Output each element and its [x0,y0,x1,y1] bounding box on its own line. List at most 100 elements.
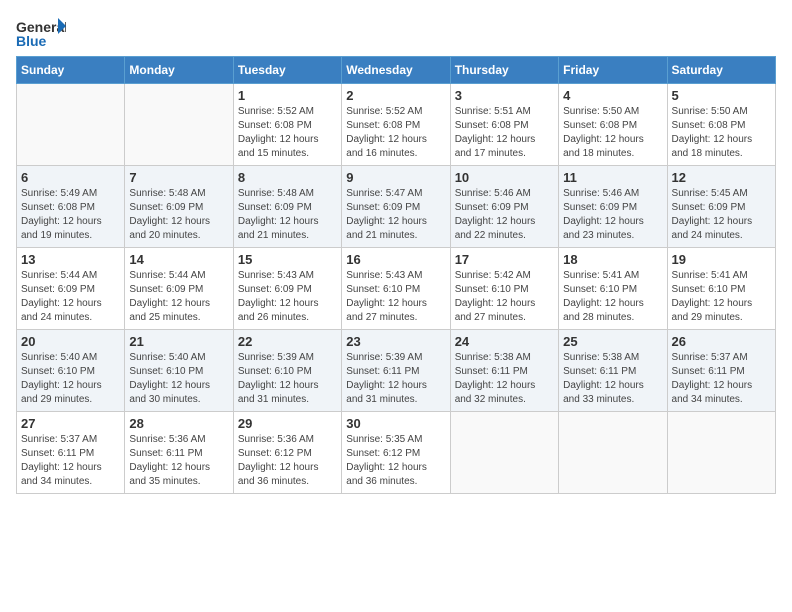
calendar-cell: 21 Sunrise: 5:40 AM Sunset: 6:10 PM Dayli… [125,330,233,412]
day-info: Sunrise: 5:44 AM Sunset: 6:09 PM Dayligh… [129,269,228,325]
calendar-cell [17,84,125,166]
day-number: 23 [346,334,445,349]
calendar-cell: 23 Sunrise: 5:39 AM Sunset: 6:11 PM Dayli… [342,330,450,412]
calendar-cell: 8 Sunrise: 5:48 AM Sunset: 6:09 PM Daylig… [233,166,341,248]
day-info: Sunrise: 5:35 AM Sunset: 6:12 PM Dayligh… [346,433,445,489]
day-number: 22 [238,334,337,349]
day-number: 8 [238,170,337,185]
day-number: 27 [21,416,120,431]
day-info: Sunrise: 5:39 AM Sunset: 6:11 PM Dayligh… [346,351,445,407]
day-info: Sunrise: 5:43 AM Sunset: 6:09 PM Dayligh… [238,269,337,325]
day-number: 15 [238,252,337,267]
calendar-cell: 9 Sunrise: 5:47 AM Sunset: 6:09 PM Daylig… [342,166,450,248]
day-number: 29 [238,416,337,431]
day-info: Sunrise: 5:41 AM Sunset: 6:10 PM Dayligh… [672,269,771,325]
logo-svg: GeneralBlue [16,16,66,52]
day-info: Sunrise: 5:50 AM Sunset: 6:08 PM Dayligh… [672,105,771,161]
column-header-monday: Monday [125,57,233,84]
day-info: Sunrise: 5:42 AM Sunset: 6:10 PM Dayligh… [455,269,554,325]
calendar-cell: 6 Sunrise: 5:49 AM Sunset: 6:08 PM Daylig… [17,166,125,248]
day-number: 12 [672,170,771,185]
calendar-cell: 2 Sunrise: 5:52 AM Sunset: 6:08 PM Daylig… [342,84,450,166]
calendar-cell: 20Sunrise: 5:40 AM Sunset: 6:10 PM Dayli… [17,330,125,412]
day-info: Sunrise: 5:52 AM Sunset: 6:08 PM Dayligh… [346,105,445,161]
day-number: 18 [563,252,662,267]
day-number: 3 [455,88,554,103]
calendar-header-row: SundayMondayTuesdayWednesdayThursdayFrid… [17,57,776,84]
day-info: Sunrise: 5:36 AM Sunset: 6:11 PM Dayligh… [129,433,228,489]
calendar-cell: 10 Sunrise: 5:46 AM Sunset: 6:09 PM Dayli… [450,166,558,248]
calendar-cell: 12 Sunrise: 5:45 AM Sunset: 6:09 PM Dayli… [667,166,775,248]
calendar-cell: 29 Sunrise: 5:36 AM Sunset: 6:12 PM Dayli… [233,412,341,494]
day-number: 1 [238,88,337,103]
day-number: 5 [672,88,771,103]
column-header-tuesday: Tuesday [233,57,341,84]
day-number: 25 [563,334,662,349]
column-header-wednesday: Wednesday [342,57,450,84]
calendar-cell [125,84,233,166]
calendar-cell: 11 Sunrise: 5:46 AM Sunset: 6:09 PM Dayli… [559,166,667,248]
day-number: 19 [672,252,771,267]
day-info: Sunrise: 5:46 AM Sunset: 6:09 PM Dayligh… [563,187,662,243]
day-number: 24 [455,334,554,349]
calendar-cell: 30 Sunrise: 5:35 AM Sunset: 6:12 PM Dayli… [342,412,450,494]
day-number: 17 [455,252,554,267]
day-info: Sunrise: 5:37 AM Sunset: 6:11 PM Dayligh… [21,433,120,489]
day-info: Sunrise: 5:38 AM Sunset: 6:11 PM Dayligh… [563,351,662,407]
day-info: Sunrise: 5:40 AM Sunset: 6:10 PM Dayligh… [129,351,228,407]
day-number: 9 [346,170,445,185]
day-info: Sunrise: 5:43 AM Sunset: 6:10 PM Dayligh… [346,269,445,325]
day-info: Sunrise: 5:51 AM Sunset: 6:08 PM Dayligh… [455,105,554,161]
calendar-cell: 15 Sunrise: 5:43 AM Sunset: 6:09 PM Dayli… [233,248,341,330]
calendar-week-row: 6 Sunrise: 5:49 AM Sunset: 6:08 PM Daylig… [17,166,776,248]
day-info: Sunrise: 5:48 AM Sunset: 6:09 PM Dayligh… [238,187,337,243]
calendar-cell: 25 Sunrise: 5:38 AM Sunset: 6:11 PM Dayli… [559,330,667,412]
day-info: Sunrise: 5:49 AM Sunset: 6:08 PM Dayligh… [21,187,120,243]
day-info: Sunrise: 5:48 AM Sunset: 6:09 PM Dayligh… [129,187,228,243]
calendar-cell: 3 Sunrise: 5:51 AM Sunset: 6:08 PM Daylig… [450,84,558,166]
column-header-friday: Friday [559,57,667,84]
day-number: 14 [129,252,228,267]
day-number: 30 [346,416,445,431]
day-number: 26 [672,334,771,349]
calendar-cell: 19 Sunrise: 5:41 AM Sunset: 6:10 PM Dayli… [667,248,775,330]
calendar-cell: 26 Sunrise: 5:37 AM Sunset: 6:11 PM Dayli… [667,330,775,412]
column-header-thursday: Thursday [450,57,558,84]
day-number: 4 [563,88,662,103]
day-info: Sunrise: 5:50 AM Sunset: 6:08 PM Dayligh… [563,105,662,161]
svg-text:Blue: Blue [16,33,47,49]
calendar-cell: 22 Sunrise: 5:39 AM Sunset: 6:10 PM Dayli… [233,330,341,412]
day-number: 6 [21,170,120,185]
day-info: Sunrise: 5:39 AM Sunset: 6:10 PM Dayligh… [238,351,337,407]
day-number: 13 [21,252,120,267]
calendar-cell: 4 Sunrise: 5:50 AM Sunset: 6:08 PM Daylig… [559,84,667,166]
day-number: 11 [563,170,662,185]
calendar-week-row: 20 Sunrise: 5:40 AM Sunset: 6:10 PM Dayli… [17,330,776,412]
day-info: Sunrise: 5:45 AM Sunset: 6:09 PM Dayligh… [672,187,771,243]
day-number: 2 [346,88,445,103]
day-number: 28 [129,416,228,431]
calendar-cell: 16 Sunrise: 5:43 AM Sunset: 6:10 PM Dayli… [342,248,450,330]
calendar-cell: 14 Sunrise: 5:44 AM Sunset: 6:09 PM Dayli… [125,248,233,330]
column-header-sunday: Sunday [17,57,125,84]
day-number: 10 [455,170,554,185]
calendar-cell: 24 Sunrise: 5:38 AM Sunset: 6:11 PM Dayli… [450,330,558,412]
calendar-cell: 5 Sunrise: 5:50 AM Sunset: 6:08 PM Daylig… [667,84,775,166]
calendar-cell: 13Sunrise: 5:44 AM Sunset: 6:09 PM Dayli… [17,248,125,330]
calendar-cell [559,412,667,494]
day-info: Sunrise: 5:46 AM Sunset: 6:09 PM Dayligh… [455,187,554,243]
day-info: Sunrise: 5:47 AM Sunset: 6:09 PM Dayligh… [346,187,445,243]
calendar-cell: 17 Sunrise: 5:42 AM Sunset: 6:10 PM Dayli… [450,248,558,330]
day-info: Sunrise: 5:36 AM Sunset: 6:12 PM Dayligh… [238,433,337,489]
day-number: 21 [129,334,228,349]
day-info: Sunrise: 5:38 AM Sunset: 6:11 PM Dayligh… [455,351,554,407]
calendar-week-row: 1 Sunrise: 5:52 AM Sunset: 6:08 PM Daylig… [17,84,776,166]
day-info: Sunrise: 5:37 AM Sunset: 6:11 PM Dayligh… [672,351,771,407]
calendar-cell: 1Sunrise: 5:52 AM Sunset: 6:08 PM Daylig… [233,84,341,166]
calendar-cell: 27 Sunrise: 5:37 AM Sunset: 6:11 PM Dayli… [17,412,125,494]
calendar-table: SundayMondayTuesdayWednesdayThursdayFrid… [16,56,776,494]
calendar-cell: 18Sunrise: 5:41 AM Sunset: 6:10 PM Dayli… [559,248,667,330]
day-number: 7 [129,170,228,185]
day-number: 20 [21,334,120,349]
day-number: 16 [346,252,445,267]
